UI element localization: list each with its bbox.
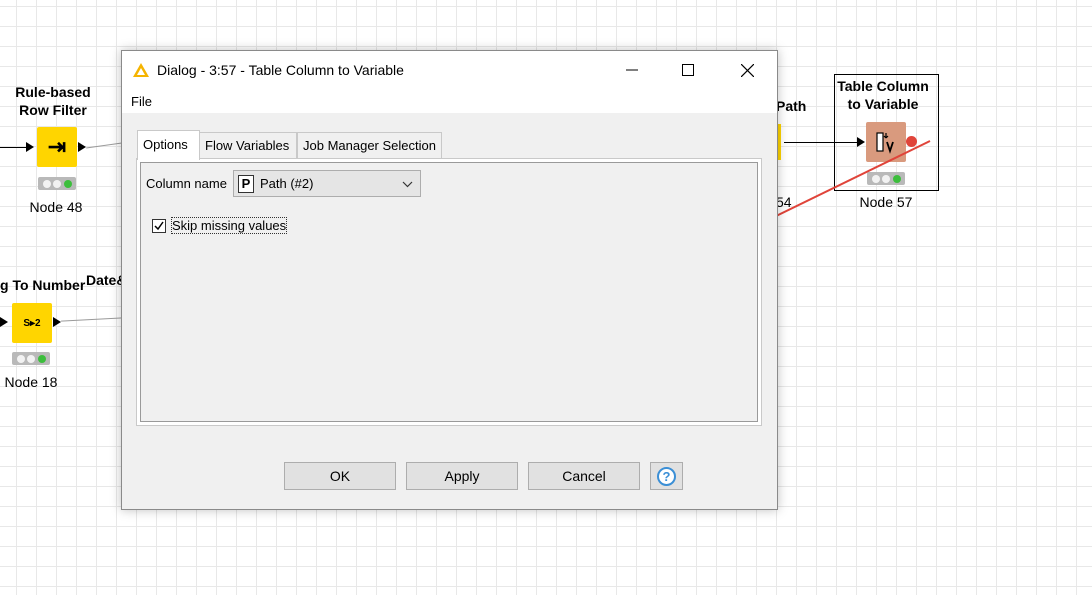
connection-wire [0,147,26,148]
input-port [0,317,8,327]
dialog-window: Dialog - 3:57 - Table Column to Variable… [121,50,778,510]
connection-wire [61,317,123,322]
node-status-lights [12,352,50,365]
output-port [53,317,61,327]
menu-bar: File [122,89,777,113]
node-status-lights [38,177,76,190]
menu-file[interactable]: File [131,94,152,109]
maximize-button[interactable] [665,51,711,89]
maximize-icon [682,64,694,76]
column-name-select[interactable]: P Path (#2) [233,170,421,197]
skip-missing-label[interactable]: Skip missing values [170,217,288,234]
column-name-label: Column name [146,176,227,191]
node-title-table-column-to-variable: Table Column to Variable [837,78,929,112]
options-panel: Column name P Path (#2) Skip missing val… [136,158,762,426]
connection-wire [86,142,122,149]
node-title-date-partial: Date& [86,272,122,288]
string-to-number-icon: S▸2 [23,317,41,329]
close-icon [740,63,754,77]
column-name-value: Path (#2) [260,176,314,191]
flow-variable-connection [770,140,931,220]
row-filter-icon: ⇥ [47,134,67,159]
title-bar[interactable]: Dialog - 3:57 - Table Column to Variable [122,51,777,89]
skip-missing-checkbox[interactable] [152,219,166,233]
warning-triangle-icon [133,63,149,77]
minimize-button[interactable] [609,51,655,89]
tab-options[interactable]: Options [137,130,200,160]
close-button[interactable] [724,51,770,89]
path-type-icon: P [238,174,254,193]
node-title-path-partial: Path [776,98,807,114]
tab-job-manager-selection[interactable]: Job Manager Selection [297,132,442,158]
node-title-string-to-number: g To Number [0,277,86,293]
ok-button[interactable]: OK [284,462,396,490]
input-port [26,142,34,152]
node-label-18: Node 18 [4,374,58,390]
node-label-48: Node 48 [29,199,83,215]
string-to-number-node[interactable]: S▸2 [12,303,52,343]
output-port [78,142,86,152]
apply-button[interactable]: Apply [406,462,518,490]
chevron-down-icon [402,181,413,188]
checkmark-icon [154,221,164,231]
options-group: Column name P Path (#2) Skip missing val… [140,162,758,422]
cancel-button[interactable]: Cancel [528,462,640,490]
minimize-icon [626,69,638,71]
dialog-title: Dialog - 3:57 - Table Column to Variable [157,62,404,78]
rule-row-filter-node[interactable]: ⇥ [37,127,77,167]
node-title-rule-row-filter: Rule-based Row Filter [15,84,91,118]
help-button[interactable]: ? [650,462,683,490]
tab-flow-variables[interactable]: Flow Variables [199,132,297,158]
help-icon: ? [657,466,676,486]
